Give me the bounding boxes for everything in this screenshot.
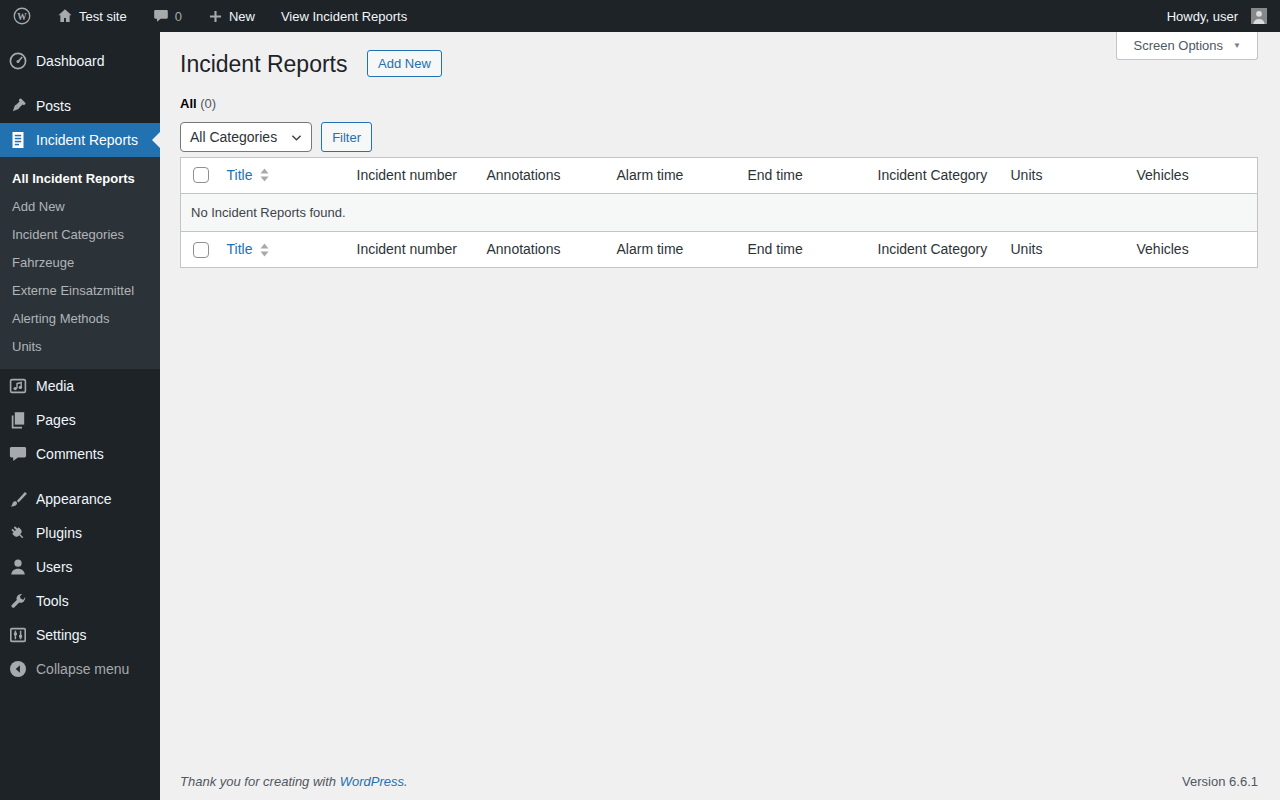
wordpress-logo[interactable]: W — [0, 0, 44, 32]
column-header-annotations: Annotations — [477, 158, 607, 194]
select-all-checkbox-bottom[interactable] — [193, 242, 209, 258]
column-footer-incident-number: Incident number — [347, 232, 477, 268]
sidebar-item-pages[interactable]: Pages — [0, 403, 160, 437]
column-footer-vehicles: Vehicles — [1127, 232, 1258, 268]
brush-icon — [0, 489, 36, 509]
column-footer-alarm-time: Alarm time — [607, 232, 738, 268]
column-footer-incident-category: Incident Category — [868, 232, 1001, 268]
footer-version: Version 6.6.1 — [1182, 774, 1258, 789]
submenu-all-incident-reports[interactable]: All Incident Reports — [0, 164, 160, 192]
filter-button[interactable]: Filter — [321, 122, 372, 152]
submenu-units[interactable]: Units — [0, 332, 160, 360]
sort-icon — [260, 168, 269, 182]
wordpress-icon: W — [13, 7, 31, 25]
empty-message: No Incident Reports found. — [181, 193, 1258, 232]
wordpress-link[interactable]: WordPress — [340, 774, 404, 789]
plugin-icon — [0, 523, 36, 543]
column-header-incident-category: Incident Category — [868, 158, 1001, 194]
sidebar: Dashboard Posts — [0, 32, 160, 800]
empty-row: No Incident Reports found. — [181, 193, 1258, 232]
plus-icon — [208, 9, 223, 24]
sidebar-item-users[interactable]: Users — [0, 550, 160, 584]
sidebar-menu: Dashboard Posts — [0, 44, 160, 686]
footer: Thank you for creating with WordPress. V… — [180, 774, 1258, 789]
avatar — [1251, 8, 1267, 24]
filter-links: All (0) — [180, 96, 1258, 111]
sidebar-item-incident-reports[interactable]: Incident Reports — [0, 123, 160, 157]
pin-icon — [0, 96, 36, 116]
main-content: Screen Options ▼ Incident Reports Add Ne… — [160, 32, 1280, 800]
submenu-fahrzeuge[interactable]: Fahrzeuge — [0, 248, 160, 276]
account-menu[interactable]: Howdy, user — [1154, 0, 1280, 32]
column-header-incident-number: Incident number — [347, 158, 477, 194]
admin-bar: W Test site 0 New View Incident Reports — [0, 0, 1280, 32]
collapse-menu-button[interactable]: Collapse menu — [0, 652, 160, 686]
menu-separator — [0, 471, 160, 482]
incident-reports-submenu: All Incident Reports Add New Incident Ca… — [0, 157, 160, 369]
menu-separator — [0, 78, 160, 89]
column-footer-end-time: End time — [738, 232, 868, 268]
home-icon — [57, 8, 73, 24]
media-icon — [0, 376, 36, 396]
sidebar-item-plugins[interactable]: Plugins — [0, 516, 160, 550]
sidebar-item-tools[interactable]: Tools — [0, 584, 160, 618]
sidebar-item-dashboard[interactable]: Dashboard — [0, 44, 160, 78]
screen-options-button[interactable]: Screen Options ▼ — [1116, 32, 1258, 60]
sidebar-item-media[interactable]: Media — [0, 369, 160, 403]
settings-icon — [0, 625, 36, 645]
chevron-down-icon: ▼ — [1233, 41, 1241, 50]
sidebar-item-posts[interactable]: Posts — [0, 89, 160, 123]
chevron-down-icon — [291, 132, 302, 143]
dashboard-icon — [0, 51, 36, 71]
footer-thanks: Thank you for creating with WordPress. — [180, 774, 408, 789]
document-icon — [0, 130, 36, 150]
table-header-row: Title Incident number Annotations Alarm … — [181, 158, 1258, 194]
sidebar-item-settings[interactable]: Settings — [0, 618, 160, 652]
collapse-icon — [0, 659, 36, 679]
svg-text:W: W — [17, 12, 27, 22]
page-title: Incident Reports — [180, 49, 347, 79]
column-footer-units: Units — [1001, 232, 1127, 268]
table-footer-row: Title Incident number Annotations Alarm … — [181, 232, 1258, 268]
new-content-menu[interactable]: New — [195, 0, 268, 32]
column-header-title: Title — [217, 158, 347, 194]
column-header-end-time: End time — [738, 158, 868, 194]
site-name-menu[interactable]: Test site — [44, 0, 140, 32]
select-all-checkbox[interactable] — [193, 167, 209, 183]
column-header-units: Units — [1001, 158, 1127, 194]
column-footer-annotations: Annotations — [477, 232, 607, 268]
user-icon — [0, 557, 36, 577]
comments-icon — [0, 444, 36, 464]
column-header-alarm-time: Alarm time — [607, 158, 738, 194]
comments-menu[interactable]: 0 — [140, 0, 195, 32]
submenu-add-new[interactable]: Add New — [0, 192, 160, 220]
sidebar-item-comments[interactable]: Comments — [0, 437, 160, 471]
add-new-button[interactable]: Add New — [367, 50, 442, 77]
categories-select[interactable]: All Categories — [180, 122, 312, 152]
submenu-incident-categories[interactable]: Incident Categories — [0, 220, 160, 248]
filter-all-link[interactable]: All — [180, 96, 197, 111]
column-header-vehicles: Vehicles — [1127, 158, 1258, 194]
incident-reports-table: Title Incident number Annotations Alarm … — [180, 157, 1258, 268]
wrench-icon — [0, 591, 36, 611]
column-footer-title: Title — [217, 232, 347, 268]
sidebar-item-appearance[interactable]: Appearance — [0, 482, 160, 516]
comment-bubble-icon — [153, 8, 169, 24]
sort-icon — [260, 243, 269, 257]
pages-icon — [0, 410, 36, 430]
view-incident-reports-link[interactable]: View Incident Reports — [268, 0, 420, 32]
submenu-alerting-methods[interactable]: Alerting Methods — [0, 304, 160, 332]
submenu-externe-einsatzmittel[interactable]: Externe Einsatzmittel — [0, 276, 160, 304]
